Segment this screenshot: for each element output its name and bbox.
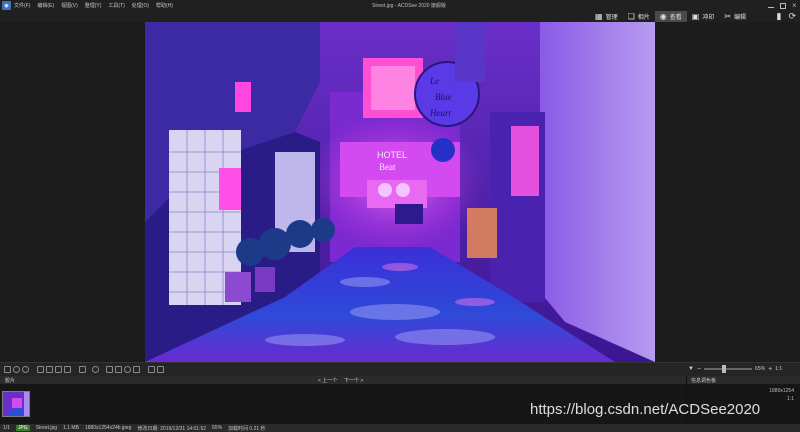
grid-icon: ▦ (595, 11, 603, 21)
tab-manage-label: 管理 (605, 15, 618, 21)
window-controls: × (768, 0, 798, 11)
svg-text:HOTEL: HOTEL (377, 150, 407, 160)
zoom-control: ▼ − 65% + 1:1 (688, 362, 782, 376)
left-empty-area (0, 22, 145, 362)
svg-text:Le: Le (429, 76, 439, 86)
color-icon[interactable] (124, 366, 131, 373)
thumbnail-image (3, 392, 29, 416)
top-right-icons: ▮ ⟳ (777, 11, 797, 22)
select-icon[interactable] (37, 366, 44, 373)
window-title: Street.jpg - ACDSee 2020 旗舰版 (372, 3, 446, 9)
close-button[interactable]: × (792, 1, 798, 9)
zoom-level[interactable]: 65% (755, 366, 765, 372)
settings-icon[interactable] (92, 366, 99, 373)
tab-view[interactable]: ◉ 查看 (654, 11, 687, 22)
tab-manage[interactable]: ▦ 管理 (590, 11, 623, 22)
status-filename: Street.jpg (35, 425, 58, 431)
menu-process[interactable]: 处理(O) (132, 2, 149, 9)
main-photo-viewer[interactable]: HOTEL Beat Le Blue Heart (145, 22, 655, 362)
street-photo: HOTEL Beat Le Blue Heart (145, 22, 655, 362)
rotate-right-icon[interactable] (22, 366, 29, 373)
slideshow-icon[interactable] (106, 366, 113, 373)
fit-icon[interactable] (79, 366, 86, 373)
acdsee-logo-icon[interactable]: ◉ (2, 1, 11, 10)
format-badge: JPG (15, 425, 30, 431)
back-icon[interactable] (4, 366, 11, 373)
status-bar: 1/1 JPG Street.jpg 1.1 MB 1880x1254x24b … (0, 424, 800, 432)
menu-edit[interactable]: 编辑(E) (37, 2, 54, 9)
pan-icon[interactable] (46, 366, 53, 373)
svg-text:Heart: Heart (429, 108, 451, 118)
tab-photos-label: 相片 (637, 15, 650, 21)
status-zoom: 65% (212, 425, 223, 431)
right-empty-area (655, 22, 800, 362)
minimize-button[interactable] (768, 4, 774, 8)
prev-button[interactable]: < 上一个 (318, 377, 337, 384)
share-icon[interactable] (157, 366, 164, 373)
menu-organize[interactable]: 整理(Y) (85, 2, 102, 9)
info-dimensions: 1880x1254 (769, 388, 794, 394)
info-palette-title: 信息调色板 (691, 378, 717, 384)
status-filesize: 1.1 MB (63, 425, 79, 431)
develop-icon: ▣ (691, 11, 700, 21)
info-palette-header: 信息调色板 (686, 376, 800, 384)
mode-tabs: ▦ 管理 ❏ 相片 ◉ 查看 ▣ 冲印 ✂ 编辑 (590, 11, 751, 22)
crop-icon[interactable] (64, 366, 71, 373)
zoom-in-icon[interactable]: + (768, 366, 772, 373)
status-index: 1/1 (3, 425, 10, 431)
tab-edit-label: 编辑 (734, 15, 747, 21)
compare-icon[interactable] (115, 366, 122, 373)
export-icon[interactable] (148, 366, 155, 373)
tab-edit[interactable]: ✂ 编辑 (719, 11, 751, 22)
watermark: https://blog.csdn.net/ACDSee2020 (530, 401, 761, 418)
status-modified: 修改日期: 2019/12/31 14:01:52 (137, 425, 207, 432)
filmstrip-title: 胶片 (5, 378, 16, 384)
menu-tools[interactable]: 工具(T) (108, 2, 124, 9)
eye-icon: ◉ (659, 11, 667, 21)
maximize-button[interactable] (780, 2, 786, 9)
zoom-dropdown-icon[interactable]: ▼ (688, 366, 694, 372)
viewer-toolbar (0, 362, 800, 376)
actual-size-icon[interactable]: 1:1 (775, 366, 782, 372)
svg-text:Blue: Blue (435, 92, 452, 102)
dashboard-icon[interactable]: ▮ (777, 11, 782, 22)
menu-bar: ◉ 文件(F) 编辑(E) 视图(V) 整理(Y) 工具(T) 处理(O) 帮助… (0, 0, 800, 11)
menu-view[interactable]: 视图(V) (61, 2, 78, 9)
tab-develop-label: 冲印 (702, 15, 715, 21)
sync-icon[interactable]: ⟳ (788, 11, 796, 22)
status-load-time: 加载时间 0.21 秒 (228, 425, 266, 432)
svg-text:Beat: Beat (379, 162, 396, 172)
info-ratio: 1:1 (787, 396, 794, 402)
tab-photos[interactable]: ❏ 相片 (623, 11, 655, 22)
zoom-slider[interactable] (704, 365, 753, 373)
menu-file[interactable]: 文件(F) (14, 2, 30, 9)
zoom-out-icon[interactable]: − (697, 366, 701, 373)
photos-icon: ❏ (627, 11, 635, 21)
next-button[interactable]: 下一个 > (344, 377, 363, 384)
tab-develop[interactable]: ▣ 冲印 (687, 11, 720, 22)
tab-view-label: 查看 (669, 15, 682, 21)
filmstrip-thumbnail[interactable] (2, 391, 30, 417)
status-dimensions: 1880x1254x24b jpeg (84, 425, 132, 431)
filmstrip-header: 胶片 < 上一个 下一个 > (0, 376, 686, 384)
edit-icon: ✂ (724, 11, 732, 21)
menu-help[interactable]: 帮助(H) (156, 2, 173, 9)
zoom-tool-icon[interactable] (55, 366, 62, 373)
rotate-left-icon[interactable] (13, 366, 20, 373)
zoom-slider-knob[interactable] (722, 365, 727, 373)
histogram-icon[interactable] (133, 366, 140, 373)
